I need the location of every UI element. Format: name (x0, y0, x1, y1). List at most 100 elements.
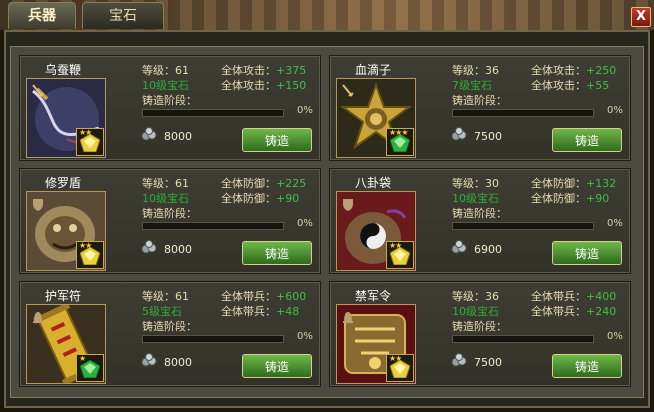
stat-primary: 全体攻击：+250 (531, 64, 617, 77)
forge-stage-label: 铸造阶段： (142, 94, 197, 107)
forge-progress-value: 0% (607, 218, 623, 229)
forge-button[interactable]: 铸造 (242, 128, 312, 152)
shield-icon[interactable]: ★★ (26, 191, 106, 271)
stat-secondary: 全体防御：+90 (221, 192, 300, 205)
forge-button[interactable]: 铸造 (242, 241, 312, 265)
tab-gems[interactable]: 宝石 (82, 2, 164, 29)
green-gem-icon[interactable]: ★★★ (386, 128, 414, 156)
forge-progress-bar (452, 335, 594, 343)
item-level: 等级：61 (142, 64, 189, 77)
silver-coin-icon (450, 353, 468, 367)
forge-stage-label: 铸造阶段： (142, 207, 197, 220)
star-rating: ★★ (389, 354, 402, 363)
helmet-mini-icon (32, 310, 44, 324)
stat-secondary: 全体带兵：+240 (531, 305, 617, 318)
silver-coin-icon (140, 353, 158, 367)
silver-coin-icon (450, 240, 468, 254)
forge-progress-bar (142, 335, 284, 343)
forge-progress-bar (452, 222, 594, 230)
forge-progress-value: 0% (297, 218, 313, 229)
item-name: 修罗盾 (44, 176, 81, 190)
forge-button[interactable]: 铸造 (552, 241, 622, 265)
shield-mini-icon (342, 197, 354, 211)
item-level: 等级：36 (452, 64, 499, 77)
talisman-icon[interactable]: ★ (26, 304, 106, 384)
stat-primary: 全体攻击：+375 (221, 64, 307, 77)
stat-primary: 全体防御：+132 (531, 177, 617, 190)
gem-level: 10级宝石 (142, 192, 189, 205)
stat-secondary: 全体攻击：+55 (531, 79, 610, 92)
star-rating: ★ (79, 354, 86, 363)
close-button[interactable]: X (631, 7, 651, 27)
tab-weapons[interactable]: 兵器 (8, 2, 76, 29)
bagua-bag-icon[interactable]: ★★ (336, 191, 416, 271)
silver-coin-icon (450, 127, 468, 141)
forge-cost: 7500 (474, 356, 502, 369)
forge-progress-value: 0% (607, 331, 623, 342)
gem-level: 5级宝石 (142, 305, 182, 318)
star-rating: ★★★ (389, 128, 408, 137)
gem-level: 7级宝石 (452, 79, 492, 92)
stat-primary: 全体防御：+225 (221, 177, 307, 190)
forge-progress-value: 0% (607, 105, 623, 116)
forge-progress-value: 0% (297, 331, 313, 342)
item-name: 血滴子 (354, 63, 391, 77)
stat-secondary: 全体带兵：+48 (221, 305, 300, 318)
item-level: 等级：36 (452, 290, 499, 303)
star-rating: ★★ (79, 128, 92, 137)
command-token-icon[interactable]: ★★ (336, 304, 416, 384)
forge-cost: 6900 (474, 243, 502, 256)
sword-mini-icon (342, 84, 354, 98)
stat-primary: 全体带兵：+400 (531, 290, 617, 303)
star-rating: ★★ (79, 241, 92, 250)
stat-secondary: 全体攻击：+150 (221, 79, 307, 92)
item-level: 等级：61 (142, 177, 189, 190)
yellow-gem-icon[interactable]: ★★ (76, 241, 104, 269)
forge-progress-bar (142, 222, 284, 230)
flying-guillotine-icon[interactable]: ★★★ (336, 78, 416, 158)
forge-cost: 8000 (164, 356, 192, 369)
item-card: 护军符 ★ 等级：61 5级宝石 铸造阶段： 0% 全体带兵：+600 全体带兵… (19, 281, 321, 387)
sword-mini-icon (32, 84, 44, 98)
item-level: 等级：30 (452, 177, 499, 190)
whip-icon[interactable]: ★★ (26, 78, 106, 158)
helmet-mini-icon (342, 310, 354, 324)
yellow-gem-icon[interactable]: ★★ (76, 128, 104, 156)
silver-coin-icon (140, 127, 158, 141)
item-card: 八卦袋 ★★ 等级：30 10级宝石 铸造阶段： 0% 全体防御：+132 全体… (329, 168, 631, 274)
forge-progress-bar (142, 109, 284, 117)
forge-progress-value: 0% (297, 105, 313, 116)
stat-secondary: 全体防御：+90 (531, 192, 610, 205)
forge-progress-bar (452, 109, 594, 117)
forge-stage-label: 铸造阶段： (452, 320, 507, 333)
forge-stage-label: 铸造阶段： (452, 207, 507, 220)
yellow-gem-icon[interactable]: ★★ (386, 354, 414, 382)
forge-stage-label: 铸造阶段： (142, 320, 197, 333)
forge-cost: 7500 (474, 130, 502, 143)
shield-mini-icon (32, 197, 44, 211)
item-card: 修罗盾 ★★ 等级：61 10级宝石 铸造阶段： 0% 全体防御：+225 全体… (19, 168, 321, 274)
forge-button[interactable]: 铸造 (552, 128, 622, 152)
item-grid: 乌蚕鞭 ★★ 等级：61 10级宝石 铸造阶段： 0% 全体攻击：+375 全体… (10, 46, 644, 398)
gem-level: 10级宝石 (452, 305, 499, 318)
gem-level: 10级宝石 (452, 192, 499, 205)
item-card: 禁军令 ★★ 等级：36 10级宝石 铸造阶段： 0% 全体带兵：+400 全体… (329, 281, 631, 387)
item-name: 乌蚕鞭 (44, 63, 81, 77)
item-name: 护军符 (44, 289, 81, 303)
forge-button[interactable]: 铸造 (552, 354, 622, 378)
gem-level: 10级宝石 (142, 79, 189, 92)
stat-primary: 全体带兵：+600 (221, 290, 307, 303)
item-card: 乌蚕鞭 ★★ 等级：61 10级宝石 铸造阶段： 0% 全体攻击：+375 全体… (19, 55, 321, 161)
item-card: 血滴子 ★★★ 等级：36 7级宝石 铸造阶段： 0% 全体攻击：+250 全体… (329, 55, 631, 161)
star-rating: ★★ (389, 241, 402, 250)
silver-coin-icon (140, 240, 158, 254)
yellow-gem-icon[interactable]: ★★ (386, 241, 414, 269)
forge-cost: 8000 (164, 243, 192, 256)
item-name: 八卦袋 (354, 176, 391, 190)
forge-cost: 8000 (164, 130, 192, 143)
item-level: 等级：61 (142, 290, 189, 303)
green-gem-icon[interactable]: ★ (76, 354, 104, 382)
forge-button[interactable]: 铸造 (242, 354, 312, 378)
forge-stage-label: 铸造阶段： (452, 94, 507, 107)
item-name: 禁军令 (354, 289, 391, 303)
